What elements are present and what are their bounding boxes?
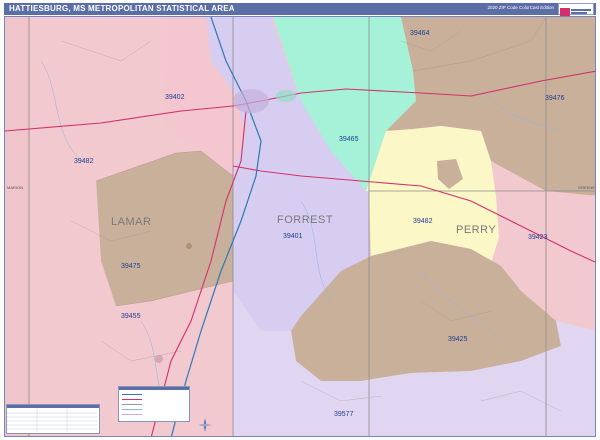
zip-label-39465: 39465 [339,136,359,143]
key-highway [122,399,142,400]
county-label-forrest: FORREST [277,214,333,226]
county-label-lamar: LAMAR [111,216,151,228]
key-stream [122,409,142,410]
county-label-greene: GREENE [578,185,595,190]
zip-region-39475 [96,151,233,306]
key-road [122,404,142,405]
zip-label-39464: 39464 [410,30,430,37]
zip-label-39482-east: 39482 [413,218,433,225]
zip-code-map[interactable]: LAMAR FORREST PERRY MARION GREENE 39464 … [5,17,596,437]
key-urban [122,414,142,415]
county-label-perry: PERRY [456,224,496,236]
zip-label-39476: 39476 [545,95,565,102]
zip-label-39577: 39577 [334,411,354,418]
zip-label-39402: 39402 [165,94,185,101]
zip-label-39401: 39401 [283,233,303,240]
map-title: HATTIESBURG, MS METROPOLITAN STATISTICAL… [9,4,235,13]
map-key [118,386,190,422]
publisher-logo-icon [558,3,594,16]
key-header [119,387,189,390]
marion-county-edge [5,17,29,436]
key-interstate [122,394,142,395]
title-bar: HATTIESBURG, MS METROPOLITAN STATISTICAL… [4,3,596,16]
zip-label-39423: 39423 [528,234,548,241]
compass-rose-icon [198,418,212,432]
legend-rows [7,408,97,432]
zip-label-39475: 39475 [121,263,141,270]
zip-label-39455: 39455 [121,313,141,320]
map-area[interactable]: LAMAR FORREST PERRY MARION GREENE 39464 … [4,16,596,437]
zip-label-39425: 39425 [448,336,468,343]
zip-region-39482-north [366,126,496,196]
edition-label: 2020 ZIP Code ColorCast Edition [487,5,554,10]
county-label-marion: MARION [7,185,23,190]
zip-label-39482-west: 39482 [74,158,94,165]
county-legend-table [6,404,100,434]
